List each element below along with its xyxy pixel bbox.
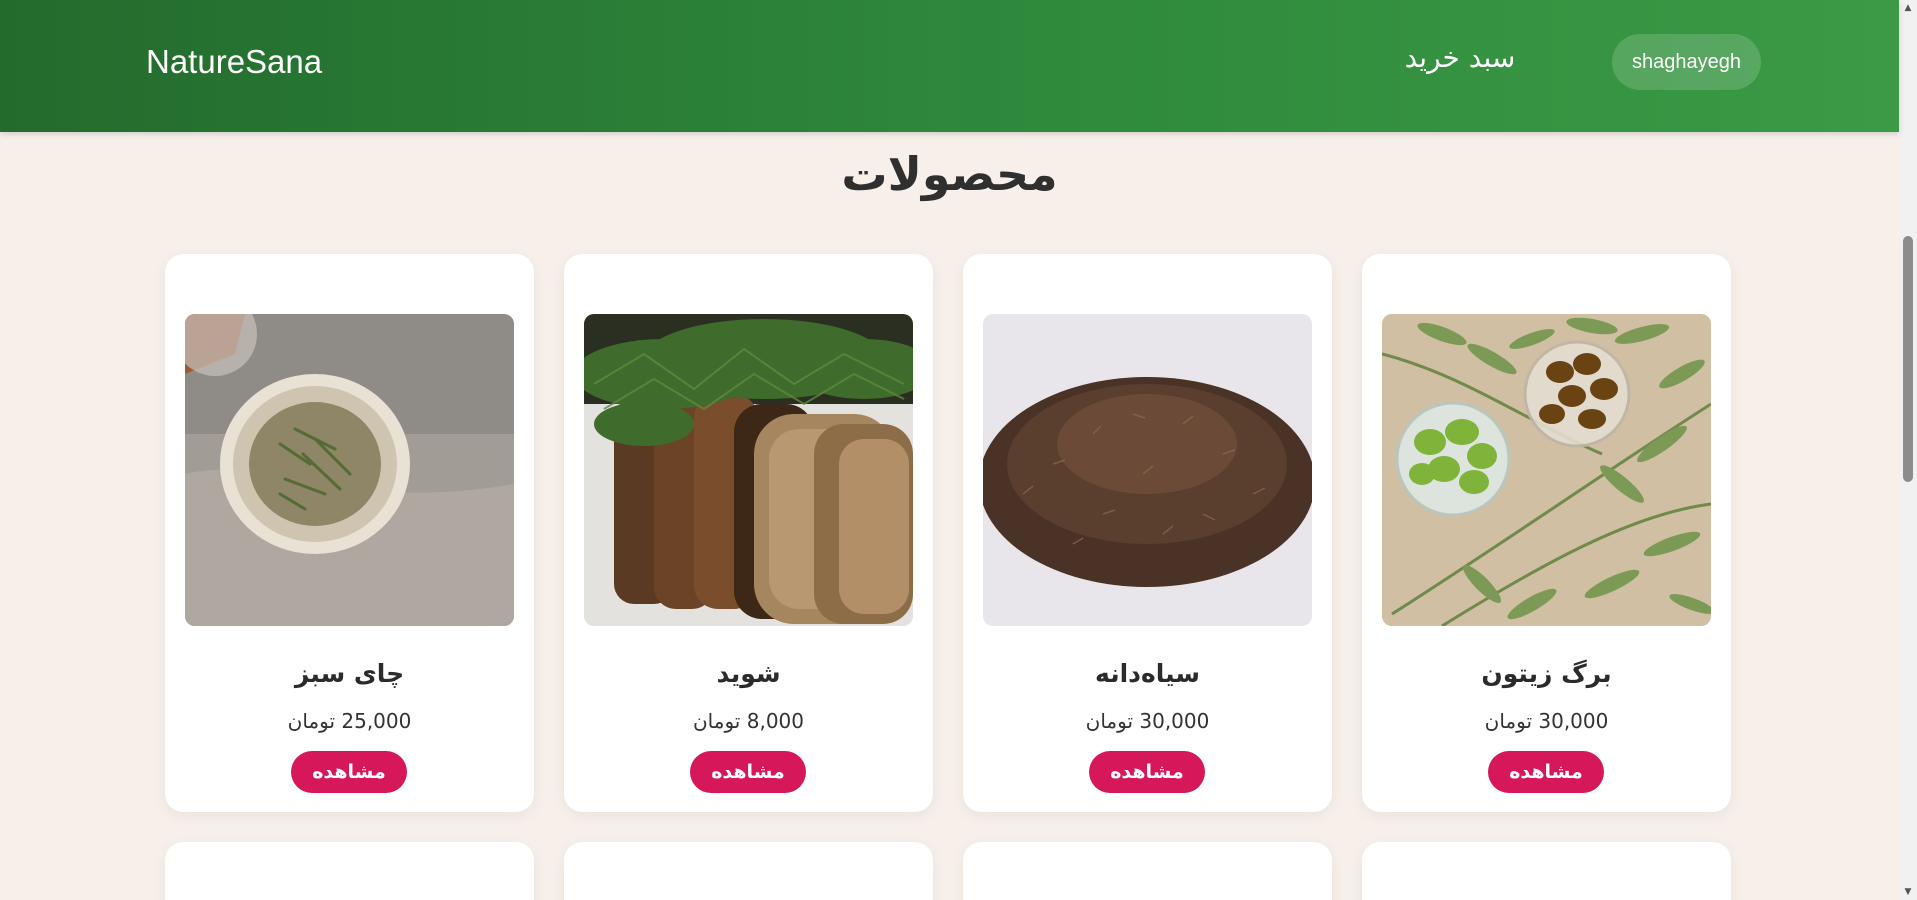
product-card: [1362, 842, 1731, 900]
view-product-button[interactable]: مشاهده: [1488, 751, 1604, 793]
product-card: برگ زیتون 30,000 تومان مشاهده: [1362, 254, 1731, 812]
product-image[interactable]: [1382, 314, 1711, 626]
scrollbar-thumb[interactable]: [1903, 236, 1913, 482]
product-image[interactable]: [185, 314, 514, 626]
product-price: 8,000 تومان: [692, 709, 804, 733]
product-name: سیاه‌دانه: [1095, 659, 1200, 688]
product-name: شوید: [716, 659, 781, 688]
top-navbar: NatureSana سبد خرید shaghayegh: [0, 0, 1899, 132]
product-card: [564, 842, 933, 900]
product-card: شوید 8,000 تومان مشاهده: [564, 254, 933, 812]
page-title: محصولات: [841, 147, 1058, 201]
product-image[interactable]: [983, 314, 1312, 626]
view-product-button[interactable]: مشاهده: [1089, 751, 1205, 793]
product-name: چای سبز: [294, 659, 405, 688]
product-image[interactable]: [584, 314, 913, 626]
product-card: [165, 842, 534, 900]
brand-logo[interactable]: NatureSana: [146, 40, 322, 84]
green-tea-image: [185, 314, 514, 626]
product-price: 25,000 تومان: [287, 709, 412, 733]
view-product-button[interactable]: مشاهده: [291, 751, 407, 793]
product-price: 30,000 تومان: [1085, 709, 1210, 733]
product-name: برگ زیتون: [1481, 659, 1612, 688]
dill-image: [584, 314, 913, 626]
product-price: 30,000 تومان: [1484, 709, 1609, 733]
cart-link[interactable]: سبد خرید: [1390, 36, 1530, 80]
product-card: [963, 842, 1332, 900]
product-card: سیاه‌دانه 30,000 تومان مشاهده: [963, 254, 1332, 812]
olive-image: [1382, 314, 1711, 626]
page: NatureSana سبد خرید shaghayegh محصولات ب…: [0, 0, 1917, 900]
user-account-button[interactable]: shaghayegh: [1612, 34, 1761, 90]
scroll-up-arrow-icon[interactable]: ▲: [1899, 0, 1917, 16]
view-product-button[interactable]: مشاهده: [690, 751, 806, 793]
page-scrollbar[interactable]: ▲ ▼: [1899, 0, 1917, 900]
scroll-down-arrow-icon[interactable]: ▼: [1899, 884, 1917, 900]
product-card: چای سبز 25,000 تومان مشاهده: [165, 254, 534, 812]
seeds-image: [983, 314, 1312, 626]
